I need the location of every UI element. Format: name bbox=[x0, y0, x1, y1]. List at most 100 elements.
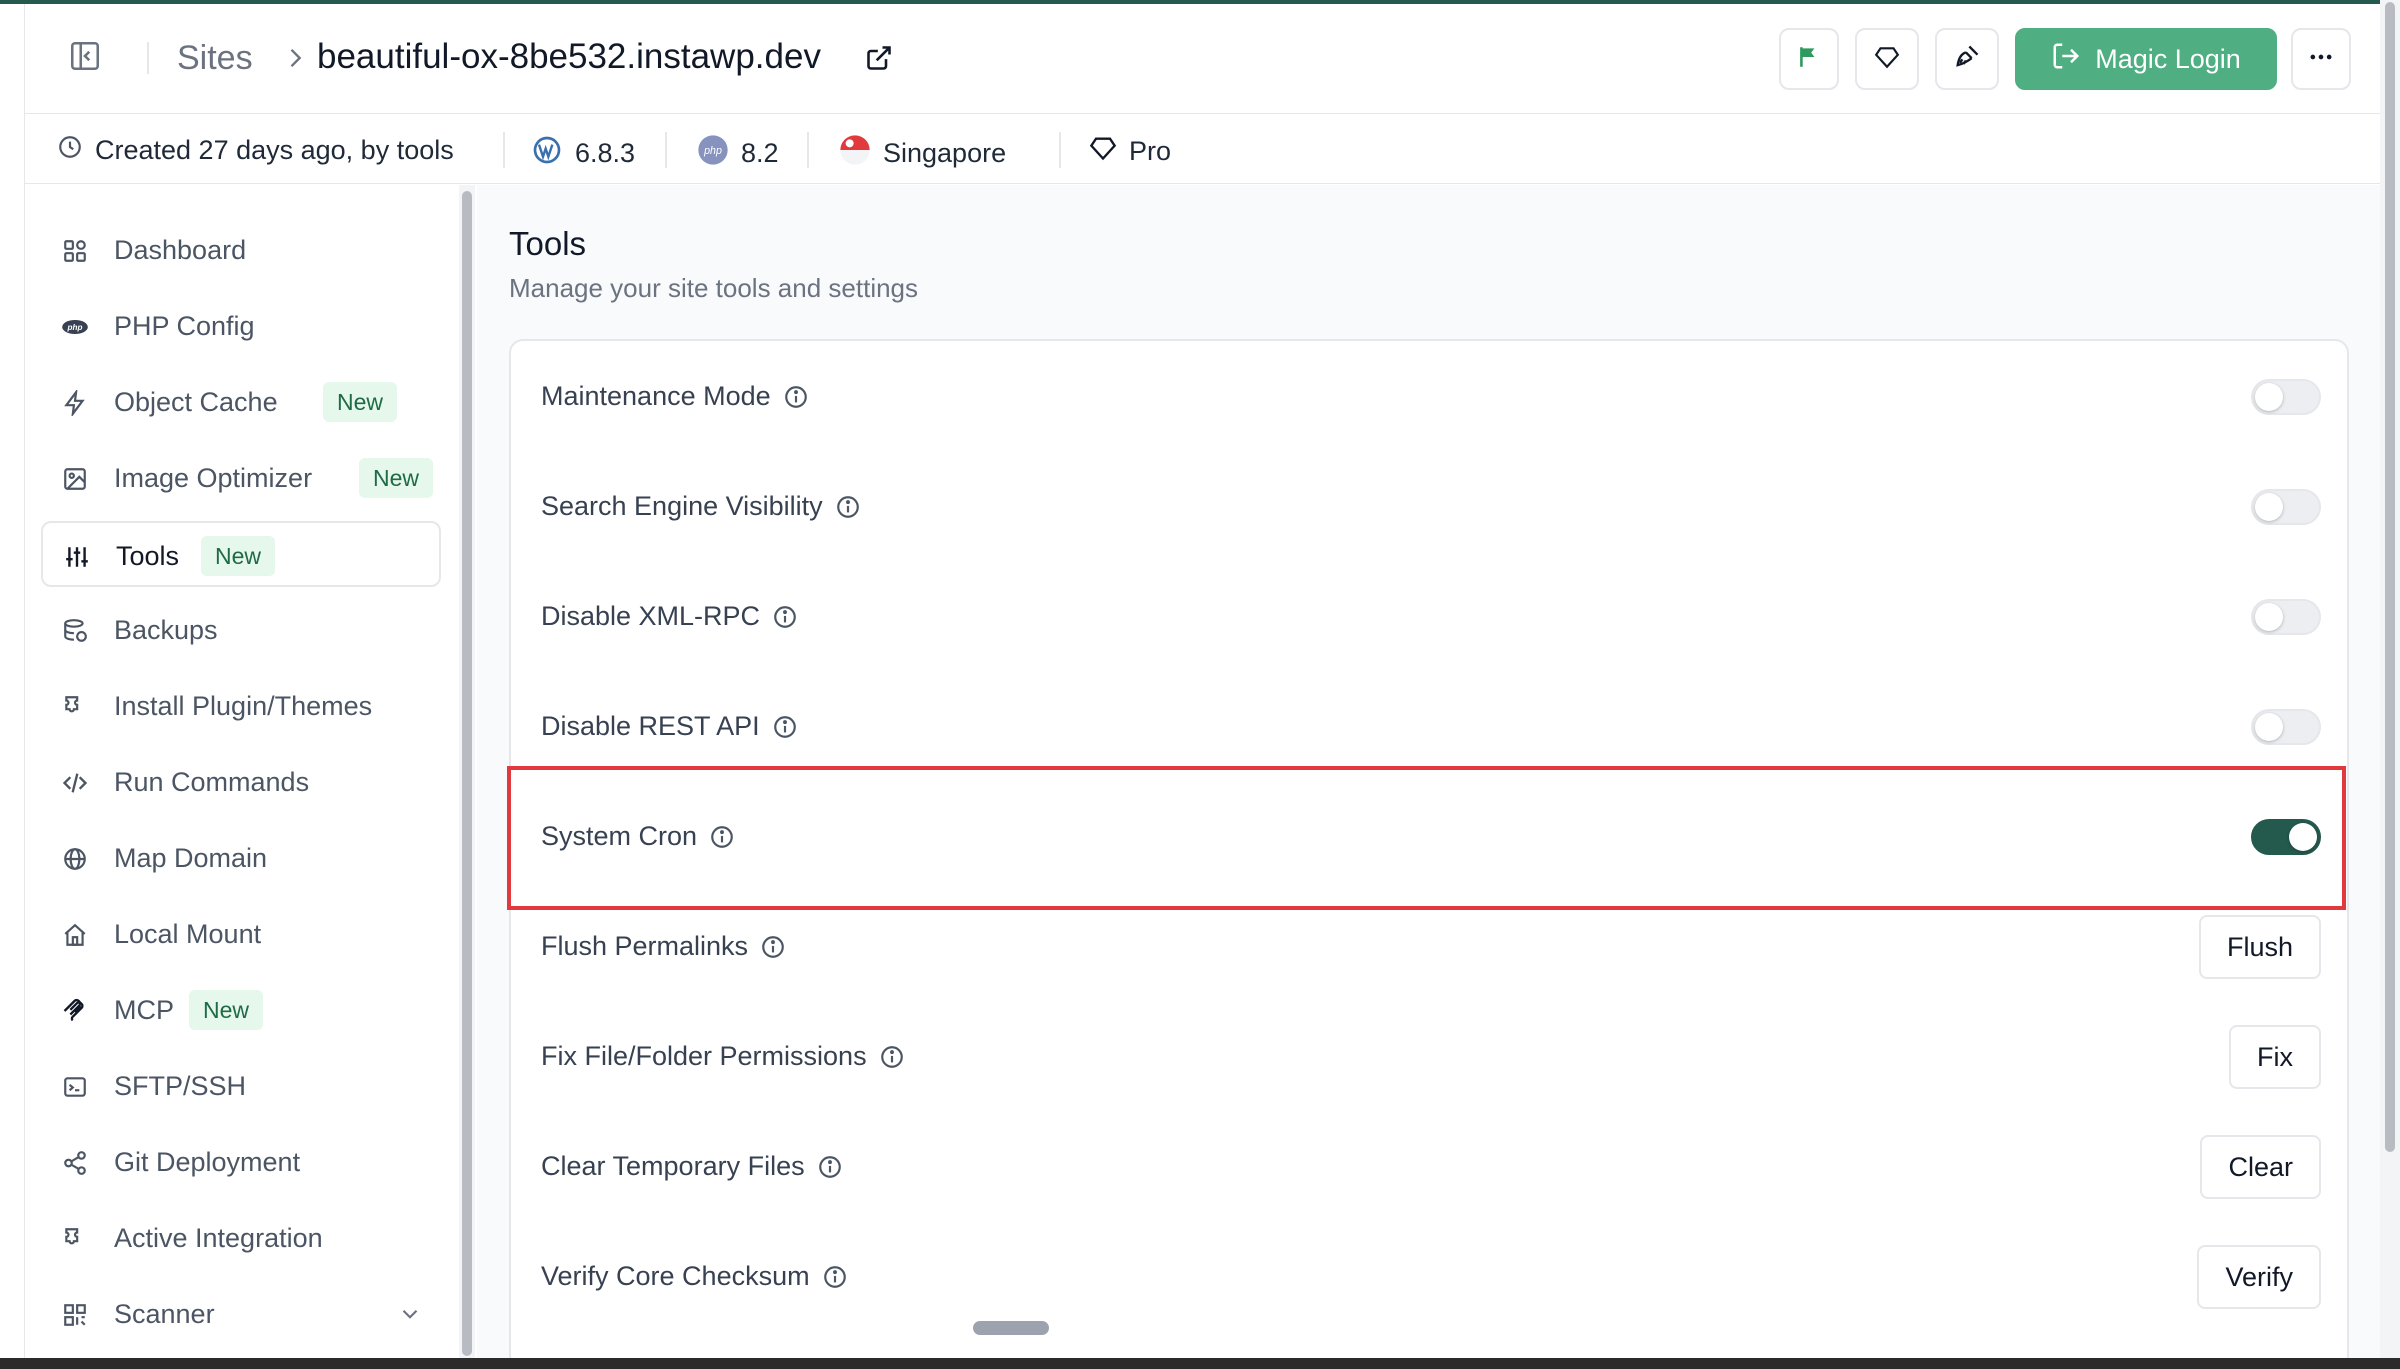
meta-php-version: php 8.2 bbox=[697, 134, 779, 173]
verify-button[interactable]: Verify bbox=[2197, 1245, 2321, 1309]
more-options-button[interactable] bbox=[2291, 28, 2351, 90]
info-icon[interactable] bbox=[760, 934, 786, 960]
tool-label: System Cron bbox=[541, 821, 698, 851]
database-icon bbox=[61, 617, 89, 645]
sidebar-item-tools[interactable]: Tools New bbox=[41, 521, 441, 587]
tool-row-fix-permissions: Fix File/Folder Permissions Fix bbox=[511, 1001, 2351, 1111]
diamond-icon bbox=[1874, 44, 1900, 75]
chevron-down-icon[interactable] bbox=[397, 1301, 423, 1332]
page-header: Sites beautiful-ox-8be532.instawp.dev Ma… bbox=[25, 4, 2381, 114]
header-divider bbox=[147, 42, 149, 74]
magic-login-label: Magic Login bbox=[2095, 43, 2241, 74]
tools-card: Maintenance Mode Search Engine Visibilit… bbox=[509, 339, 2349, 1369]
tool-row-flush-permalinks: Flush Permalinks Flush bbox=[511, 891, 2351, 1001]
bolt-icon bbox=[61, 389, 89, 417]
flush-button[interactable]: Flush bbox=[2198, 915, 2321, 979]
sidebar-item-mcp[interactable]: MCP New bbox=[41, 977, 441, 1043]
tool-label: Search Engine Visibility bbox=[541, 491, 823, 521]
mcp-icon bbox=[61, 997, 89, 1025]
sidebar-item-php-config[interactable]: php PHP Config bbox=[41, 293, 441, 359]
system-cron-toggle[interactable] bbox=[2251, 819, 2321, 855]
fix-button[interactable]: Fix bbox=[2229, 1025, 2321, 1089]
info-icon[interactable] bbox=[709, 824, 735, 850]
flag-icon bbox=[1796, 44, 1822, 75]
tool-row-clear-temporary-files: Clear Temporary Files Clear bbox=[511, 1111, 2351, 1221]
sidebar-item-label: Tools bbox=[116, 541, 180, 571]
external-link-icon[interactable] bbox=[865, 44, 893, 72]
sidebar-item-dashboard[interactable]: Dashboard bbox=[41, 217, 441, 283]
sidebar-item-git-deployment[interactable]: Git Deployment bbox=[41, 1129, 441, 1195]
sidebar-item-image-optimizer[interactable]: Image Optimizer New bbox=[41, 445, 441, 511]
sidebar-item-map-domain[interactable]: Map Domain bbox=[41, 825, 441, 891]
info-icon[interactable] bbox=[835, 494, 861, 520]
search-engine-visibility-toggle[interactable] bbox=[2251, 489, 2321, 525]
code-icon bbox=[61, 769, 89, 797]
upgrade-button[interactable] bbox=[1855, 28, 1919, 90]
sidebar-item-label: MCP bbox=[114, 995, 174, 1025]
sidebar-item-label: Git Deployment bbox=[114, 1147, 301, 1177]
new-badge: New bbox=[189, 990, 264, 1030]
php-icon: php bbox=[61, 313, 89, 341]
share-icon bbox=[61, 1149, 89, 1177]
sidebar-item-sftp-ssh[interactable]: SFTP/SSH bbox=[41, 1053, 441, 1119]
info-icon[interactable] bbox=[772, 714, 798, 740]
maintenance-mode-toggle[interactable] bbox=[2251, 379, 2321, 415]
sidebar-item-label: Scanner bbox=[114, 1299, 215, 1329]
info-icon[interactable] bbox=[822, 1264, 848, 1290]
flag-button[interactable] bbox=[1779, 28, 1839, 90]
page-title: Tools bbox=[509, 225, 587, 262]
home-icon bbox=[61, 921, 89, 949]
wordpress-icon bbox=[531, 134, 563, 173]
sidebar-item-run-commands[interactable]: Run Commands bbox=[41, 749, 441, 815]
sidebar-item-scanner[interactable]: Scanner bbox=[41, 1281, 441, 1347]
info-icon[interactable] bbox=[772, 604, 798, 630]
tool-label: Fix File/Folder Permissions bbox=[541, 1041, 867, 1071]
globe-icon bbox=[61, 845, 89, 873]
clear-cache-button[interactable] bbox=[1935, 28, 1999, 90]
tool-label: Disable REST API bbox=[541, 711, 760, 741]
disable-rest-api-toggle[interactable] bbox=[2251, 709, 2321, 745]
clear-button[interactable]: Clear bbox=[2200, 1135, 2321, 1199]
breadcrumb-sites[interactable]: Sites bbox=[177, 39, 253, 78]
sidebar-item-active-integration[interactable]: Active Integration bbox=[41, 1205, 441, 1271]
clock-icon bbox=[57, 134, 83, 167]
page-scroll-thumb[interactable] bbox=[2385, 2, 2395, 1152]
new-badge: New bbox=[201, 536, 276, 576]
sidebar-scroll-thumb[interactable] bbox=[462, 191, 472, 1356]
meta-separator bbox=[503, 132, 505, 168]
tool-row-disable-xml-rpc: Disable XML-RPC bbox=[511, 561, 2351, 671]
region-text: Singapore bbox=[883, 138, 1007, 168]
sidebar-item-backups[interactable]: Backups bbox=[41, 597, 441, 663]
tool-label: Flush Permalinks bbox=[541, 931, 749, 961]
panel-toggle-icon[interactable] bbox=[67, 38, 103, 74]
drag-handle[interactable] bbox=[973, 1321, 1049, 1335]
magic-login-button[interactable]: Magic Login bbox=[2015, 28, 2277, 90]
info-icon[interactable] bbox=[817, 1154, 843, 1180]
plan-text: Pro bbox=[1129, 136, 1172, 166]
sidebar-item-local-mount[interactable]: Local Mount bbox=[41, 901, 441, 967]
meta-separator bbox=[665, 132, 667, 168]
new-badge: New bbox=[323, 382, 398, 422]
sidebar-item-install-plugin-themes[interactable]: Install Plugin/Themes bbox=[41, 673, 441, 739]
meta-wp-version: 6.8.3 bbox=[531, 134, 635, 173]
image-icon bbox=[61, 465, 89, 493]
site-meta-bar: Created 27 days ago, by tools 6.8.3 php … bbox=[25, 114, 2381, 184]
sidebar-item-label: Backups bbox=[114, 615, 218, 645]
sidebar-item-label: Image Optimizer bbox=[114, 463, 313, 493]
sidebar-item-object-cache[interactable]: Object Cache New bbox=[41, 369, 441, 435]
php-version-text: 8.2 bbox=[741, 138, 779, 168]
tool-label: Maintenance Mode bbox=[541, 381, 771, 411]
disable-xml-rpc-toggle[interactable] bbox=[2251, 599, 2321, 635]
meta-plan: Pro bbox=[1089, 134, 1171, 169]
sidebar-item-label: PHP Config bbox=[114, 311, 255, 341]
sidebar-item-label: Local Mount bbox=[114, 919, 262, 949]
sidebar-item-label: SFTP/SSH bbox=[114, 1071, 247, 1101]
tool-label: Verify Core Checksum bbox=[541, 1261, 810, 1291]
puzzle-icon bbox=[61, 693, 89, 721]
chevron-right-icon bbox=[281, 44, 309, 72]
more-horizontal-icon bbox=[2307, 43, 2335, 76]
sidebar-item-label: Active Integration bbox=[114, 1223, 323, 1253]
info-icon[interactable] bbox=[879, 1044, 905, 1070]
info-icon[interactable] bbox=[783, 384, 809, 410]
sidebar-item-label: Run Commands bbox=[114, 767, 310, 797]
